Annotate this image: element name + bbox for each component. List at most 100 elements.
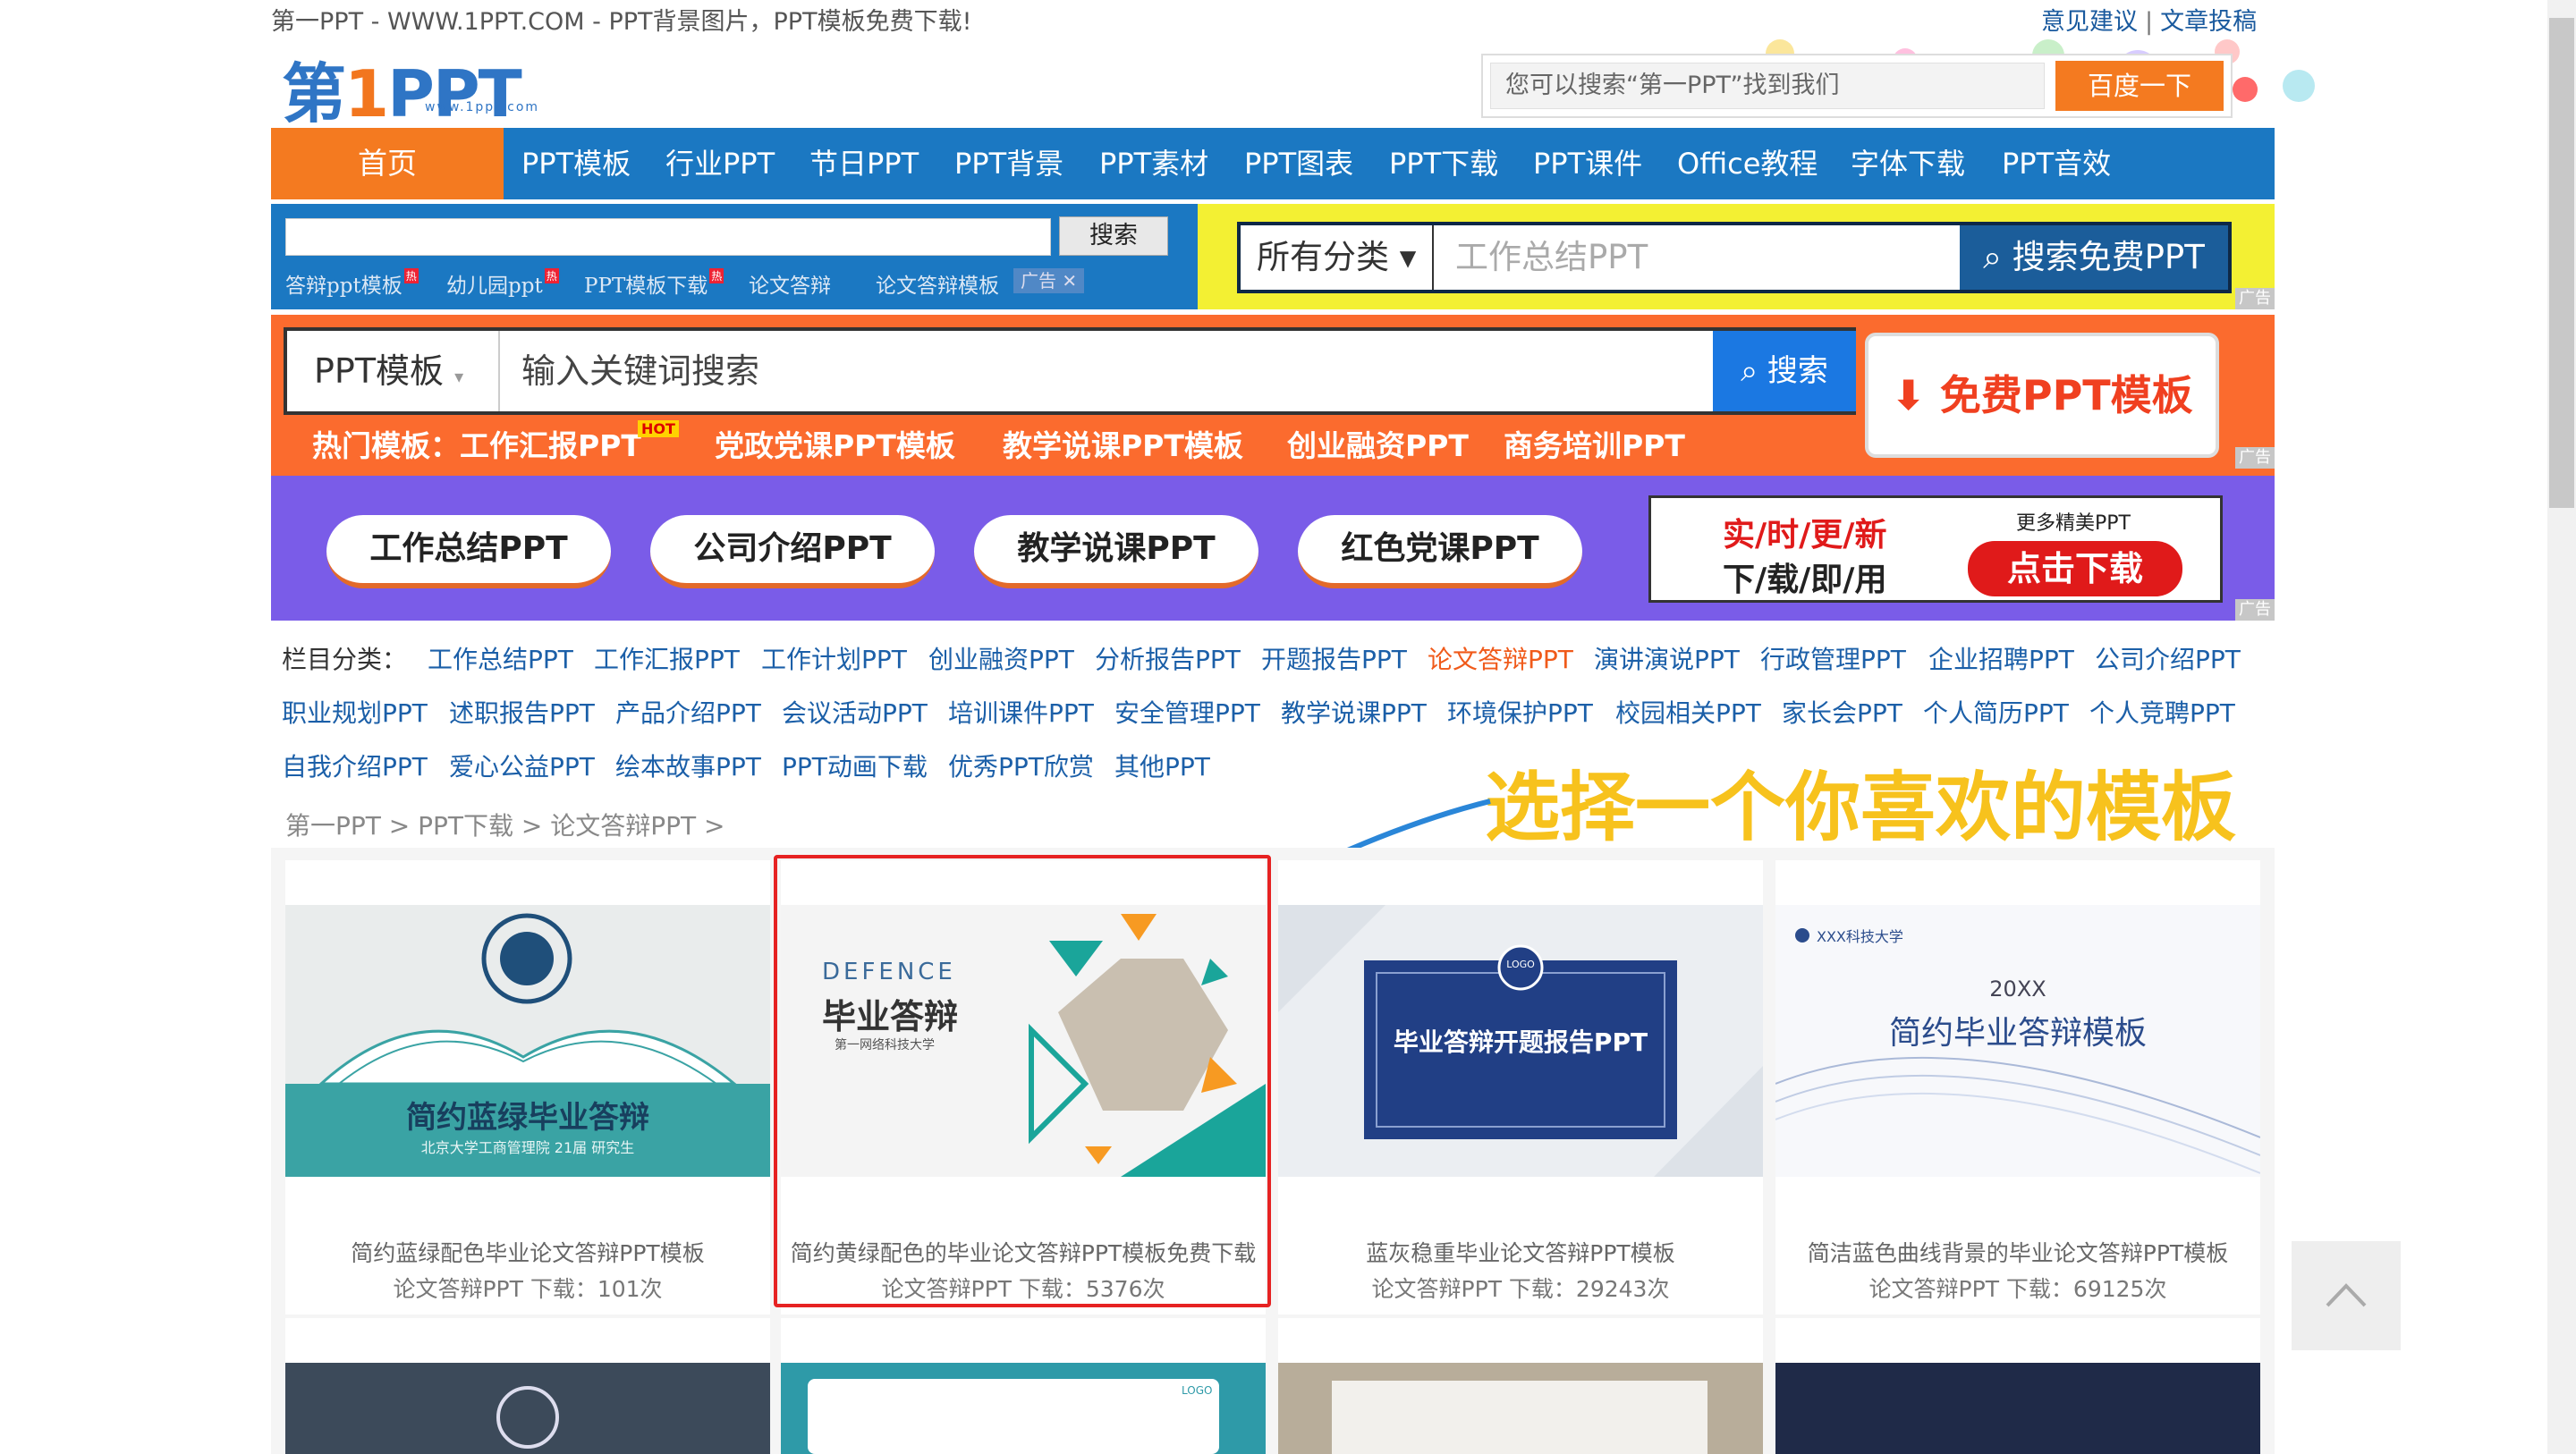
breadcrumb-link[interactable]: 论文答辩PPT (550, 811, 696, 841)
nav-item[interactable]: PPT下载 (1389, 128, 1498, 199)
category-link[interactable]: PPT动画下载 (782, 748, 928, 783)
hot-keyword[interactable]: 论文答辩模板 (876, 268, 999, 299)
template-title[interactable]: 蓝灰稳重毕业论文答辩PPT模板 (1278, 1236, 1763, 1268)
template-card[interactable] (1775, 1318, 2260, 1454)
template-thumbnail[interactable]: XXX科技大学 20XX 简约毕业答辩模板 (1775, 905, 2260, 1177)
site-logo[interactable]: 第1PPT www.1ppt.com (282, 46, 577, 131)
nav-item[interactable]: PPT素材 (1099, 128, 1208, 199)
nav-item[interactable]: 节日PPT (809, 128, 919, 199)
breadcrumb-link[interactable]: 第一PPT (285, 811, 381, 841)
category-link[interactable]: 工作汇报PPT (594, 640, 740, 676)
category-link[interactable]: 培训课件PPT (948, 694, 1094, 730)
template-card[interactable]: LOGO 毕业答辩开题报告PPT 蓝灰稳重毕业论文答辩PPT模板 论文答辩PPT… (1278, 860, 1763, 1315)
category-link-active[interactable]: 论文答辩PPT (1428, 640, 1573, 676)
category-link[interactable]: 企业招聘PPT (1928, 640, 2074, 676)
quick-category-pill[interactable]: 红色党课PPT (1298, 515, 1582, 588)
category-link[interactable]: 演讲演说PPT (1594, 640, 1740, 676)
category-link[interactable]: 优秀PPT欣赏 (948, 748, 1094, 783)
template-meta: 论文答辩PPT 下载：101次 (393, 1276, 663, 1302)
category-link[interactable]: 分析报告PPT (1095, 640, 1241, 676)
template-card[interactable] (1278, 1318, 1763, 1454)
template-search-panel: PPT模板 ▾ 输入关键词搜索 ⌕ 搜索 ⬇ 免费PPT模板 热门模板：工作汇报… (271, 315, 2275, 476)
category-link[interactable]: 述职报告PPT (449, 694, 595, 730)
category-link[interactable]: 工作总结PPT (428, 640, 573, 676)
nav-item[interactable]: Office教程 (1677, 128, 1818, 199)
template-thumbnail[interactable] (1278, 1363, 1763, 1454)
hot-template-link[interactable]: 热门模板：工作汇报PPT (312, 422, 641, 465)
category-link[interactable]: 职业规划PPT (282, 694, 428, 730)
breadcrumb-link[interactable]: PPT下载 (418, 811, 513, 841)
category-link[interactable]: 自我介绍PPT (282, 748, 428, 783)
submit-article-link[interactable]: 文章投稿 (2160, 8, 2257, 36)
nav-item[interactable]: 行业PPT (665, 128, 775, 199)
category-link[interactable]: 公司介绍PPT (2095, 640, 2241, 676)
free-ppt-search-button[interactable]: ⌕ 搜索免费PPT (1960, 225, 2228, 290)
free-template-button[interactable]: ⬇ 免费PPT模板 (1865, 333, 2219, 458)
template-card[interactable]: 简约蓝绿毕业答辩 北京大学工商管理院 21届 研究生 简约蓝绿配色毕业论文答辩P… (285, 860, 770, 1315)
category-link[interactable]: 个人简历PPT (1923, 694, 2069, 730)
nav-item[interactable]: PPT背景 (954, 128, 1063, 199)
category-search-input[interactable]: 工作总结PPT (1437, 225, 1960, 290)
category-link[interactable]: 教学说课PPT (1281, 694, 1427, 730)
template-thumbnail[interactable]: LOGO (781, 1363, 1266, 1454)
nav-item[interactable]: PPT图表 (1244, 128, 1353, 199)
category-link[interactable]: 工作计划PPT (761, 640, 907, 676)
ad-label: 广告 (2235, 288, 2275, 309)
back-to-top-button[interactable] (2292, 1241, 2401, 1350)
hot-keyword[interactable]: 答辩ppt模板热 (285, 268, 419, 299)
quick-category-pill[interactable]: 工作总结PPT (326, 515, 611, 588)
category-select[interactable]: 所有分类 ▾ (1241, 225, 1434, 290)
scrollbar-thumb[interactable] (2549, 18, 2574, 508)
category-link[interactable]: 创业融资PPT (928, 640, 1074, 676)
quick-category-pill[interactable]: 教学说课PPT (974, 515, 1258, 588)
category-link[interactable]: 行政管理PPT (1760, 640, 1906, 676)
category-link[interactable]: 绘本故事PPT (615, 748, 761, 783)
template-title[interactable]: 简约蓝绿配色毕业论文答辩PPT模板 (285, 1236, 770, 1268)
site-search-input[interactable] (285, 218, 1051, 256)
ad-tag[interactable]: 广告 ✕ (1013, 268, 1085, 293)
hot-keyword[interactable]: 论文答辩 (749, 268, 831, 299)
quick-category-pill[interactable]: 公司介绍PPT (650, 515, 935, 588)
suggestion-link[interactable]: 意见建议 (2041, 8, 2138, 36)
category-link[interactable]: 会议活动PPT (782, 694, 928, 730)
nav-item[interactable]: 字体下载 (1851, 128, 1965, 199)
site-search-button[interactable]: 搜索 (1059, 216, 1168, 256)
template-card[interactable] (285, 1318, 770, 1454)
category-link[interactable]: 安全管理PPT (1114, 694, 1260, 730)
template-search-button[interactable]: ⌕ 搜索 (1713, 331, 1856, 411)
category-link[interactable]: 爱心公益PPT (449, 748, 595, 783)
category-link[interactable]: 其他PPT (1114, 748, 1210, 783)
baidu-search-button[interactable]: 百度一下 (2055, 61, 2224, 111)
download-ad[interactable]: 实/时/更/新 下/载/即/用 更多精美PPT 点击下载 (1648, 495, 2223, 603)
template-thumbnail[interactable] (285, 1363, 770, 1454)
hot-keyword[interactable]: PPT模板下载热 (584, 268, 724, 299)
template-type-select[interactable]: PPT模板 ▾ (287, 331, 500, 411)
hot-template-link[interactable]: 创业融资PPT (1287, 422, 1469, 465)
hot-template-link[interactable]: 党政党课PPT模板 (715, 422, 955, 465)
hot-template-link[interactable]: 教学说课PPT模板 (1003, 422, 1243, 465)
hot-keyword[interactable]: 幼儿园ppt 热 (446, 268, 559, 299)
template-card[interactable]: LOGO (781, 1318, 1266, 1454)
template-search-input[interactable]: 输入关键词搜索 (502, 331, 1695, 411)
category-link[interactable]: 开题报告PPT (1261, 640, 1407, 676)
category-link[interactable]: 产品介绍PPT (615, 694, 761, 730)
ad-download-button[interactable]: 点击下载 (1968, 541, 2182, 596)
template-card[interactable]: XXX科技大学 20XX 简约毕业答辩模板 简洁蓝色曲线背景的毕业论文答辩PPT… (1775, 860, 2260, 1315)
ad-more: 更多精美PPT (2016, 512, 2131, 535)
nav-item[interactable]: PPT模板 (521, 128, 631, 199)
category-link[interactable]: 个人竞聘PPT (2089, 694, 2235, 730)
nav-item[interactable]: PPT音效 (2002, 128, 2111, 199)
nav-home[interactable]: 首页 (271, 128, 504, 199)
thumb-year: 20XX (1989, 976, 2046, 1002)
baidu-search-input[interactable]: 您可以搜索“第一PPT”找到我们 (1490, 63, 2045, 109)
nav-item[interactable]: PPT课件 (1533, 128, 1642, 199)
template-thumbnail[interactable]: LOGO 毕业答辩开题报告PPT (1278, 905, 1763, 1177)
template-thumbnail[interactable] (1775, 1363, 2260, 1454)
template-title[interactable]: 简洁蓝色曲线背景的毕业论文答辩PPT模板 (1775, 1236, 2260, 1268)
category-link[interactable]: 环境保护PPT (1447, 694, 1593, 730)
hot-template-link[interactable]: 商务培训PPT (1504, 422, 1685, 465)
category-link[interactable]: 校园相关PPT (1615, 694, 1761, 730)
category-link[interactable]: 家长会PPT (1782, 694, 1902, 730)
template-thumbnail[interactable]: 简约蓝绿毕业答辩 北京大学工商管理院 21届 研究生 (285, 905, 770, 1177)
thumb-title: 毕业答辩开题报告PPT (1393, 1027, 1648, 1057)
